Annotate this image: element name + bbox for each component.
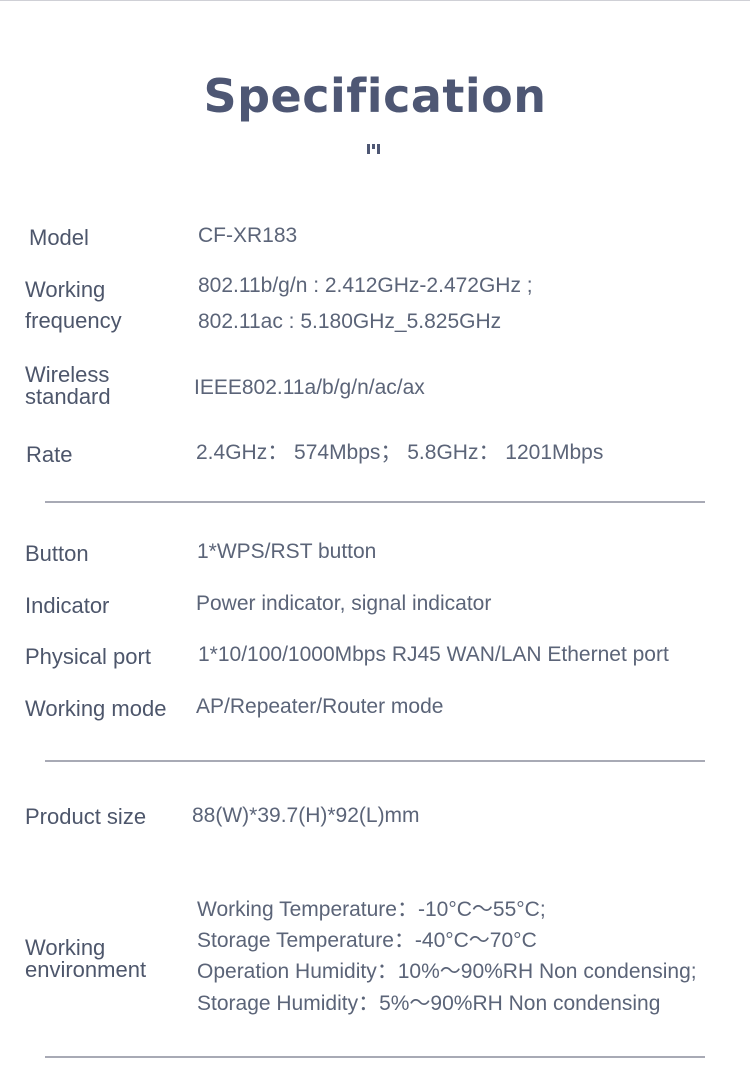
spec-label: Indicator <box>25 593 110 618</box>
spec-label: Wireless <box>25 362 110 387</box>
spec-value: Power indicator, signal indicator <box>196 592 492 615</box>
spec-label: frequency <box>25 308 122 333</box>
decoration-bar <box>372 144 375 149</box>
decoration-bar <box>367 144 370 154</box>
spec-label: Working <box>25 935 106 960</box>
title-decoration-icon <box>367 144 383 154</box>
spec-value: Working Temperature：-10°C～55°C; <box>197 898 546 921</box>
spec-value: Storage Temperature：-40°C～70°C <box>197 929 537 952</box>
page-title: Specification <box>203 69 547 123</box>
spec-label: Product size <box>25 804 147 829</box>
section-divider <box>45 1056 705 1058</box>
spec-label: standard <box>25 384 111 409</box>
spec-value: 88(W)*39.7(H)*92(L)mm <box>192 804 420 827</box>
spec-value: 1*10/100/1000Mbps RJ45 WAN/LAN Ethernet … <box>198 643 669 666</box>
spec-label: Model <box>29 225 89 250</box>
spec-value: IEEE802.11a/b/g/n/ac/ax <box>194 376 425 399</box>
spec-value: Operation Humidity：10%～90%RH Non condens… <box>197 960 697 983</box>
spec-label: Working mode <box>25 696 167 721</box>
spec-value: 2.4GHz： 574Mbps； 5.8GHz： 1201Mbps <box>196 441 604 464</box>
top-border <box>0 0 750 1</box>
spec-value: CF-XR183 <box>198 224 298 247</box>
spec-label: Working <box>25 277 106 302</box>
section-divider <box>45 760 705 762</box>
spec-value: 802.11b/g/n : 2.412GHz-2.472GHz ; <box>198 274 533 297</box>
spec-value: AP/Repeater/Router mode <box>196 695 444 718</box>
spec-label: Button <box>25 541 89 566</box>
section-divider <box>45 501 705 503</box>
decoration-bar <box>377 144 380 154</box>
spec-value: Storage Humidity：5%～90%RH Non condensing <box>197 992 661 1015</box>
spec-value: 1*WPS/RST button <box>197 540 377 563</box>
spec-label: Physical port <box>25 644 151 669</box>
spec-label: Rate <box>26 442 73 467</box>
spec-label: environment <box>25 957 147 982</box>
spec-value: 802.11ac : 5.180GHz_5.825GHz <box>198 310 502 333</box>
